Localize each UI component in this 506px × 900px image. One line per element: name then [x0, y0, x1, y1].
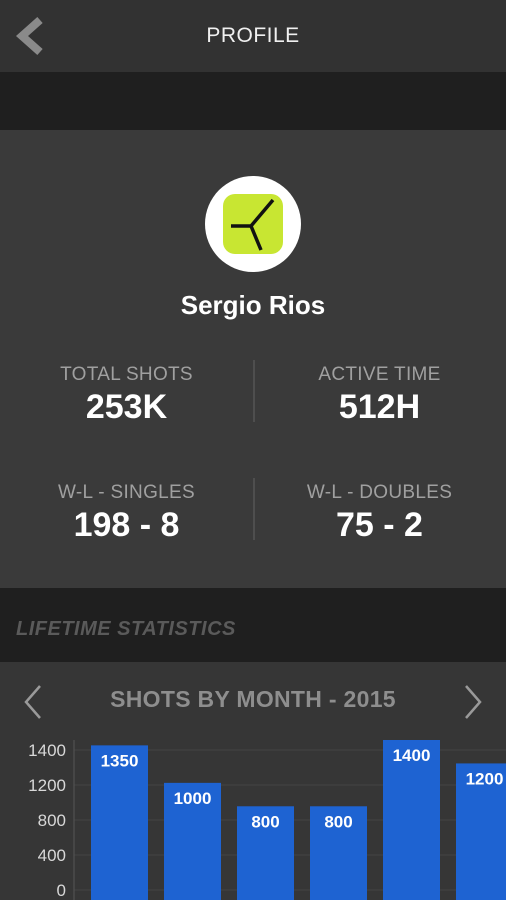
stat-value: 253K: [85, 388, 168, 426]
section-heading: LIFETIME STATISTICS: [16, 618, 236, 640]
bar-value-label: 800: [324, 812, 352, 831]
y-tick-label: 800: [38, 811, 66, 830]
user-name: Sergio Rios: [180, 290, 326, 320]
y-tick-label: 0: [57, 881, 66, 900]
tennis-court-logo-icon: [223, 194, 283, 254]
shots-by-month-chart: 1400 1200 800 400 0 1350 1000 800 800 1400 1200: [28, 740, 506, 900]
bar-value-label: 800: [251, 812, 279, 831]
stat-label: TOTAL SHOTS: [60, 364, 193, 385]
bar-value-label: 1000: [174, 789, 212, 808]
stat-active-time: ACTIVE TIME 512H: [253, 364, 506, 427]
y-tick-label: 400: [38, 846, 66, 865]
bar-value-label: 1350: [101, 751, 139, 770]
top-bar: PROFILE: [0, 0, 506, 72]
y-tick-label: 1200: [28, 776, 66, 795]
y-tick-label: 1400: [28, 741, 66, 760]
page-title: PROFILE: [206, 24, 300, 47]
header-spacer: [0, 72, 506, 130]
stat-wl-doubles: W-L - DOUBLES 75 - 2: [253, 482, 506, 545]
stat-value: 198 - 8: [73, 506, 180, 544]
section-band: LIFETIME STATISTICS: [0, 588, 506, 662]
stat-value: 512H: [338, 388, 421, 426]
stat-label: W-L - SINGLES: [58, 482, 195, 503]
stat-total-shots: TOTAL SHOTS 253K: [0, 364, 253, 427]
profile-card: Sergio Rios TOTAL SHOTS 253K ACTIVE TIME…: [0, 130, 506, 588]
bar-value-label: 1200: [466, 769, 504, 788]
stat-label: ACTIVE TIME: [318, 364, 441, 385]
stat-label: W-L - DOUBLES: [306, 482, 453, 503]
chart-panel: SHOTS BY MONTH - 2015 1400 1200 800 400 0 13…: [0, 662, 506, 900]
bar-value-label: 1400: [393, 746, 431, 765]
stat-wl-singles: W-L - SINGLES 198 - 8: [0, 482, 253, 545]
avatar[interactable]: [205, 176, 301, 272]
stat-value: 75 - 2: [336, 506, 423, 544]
